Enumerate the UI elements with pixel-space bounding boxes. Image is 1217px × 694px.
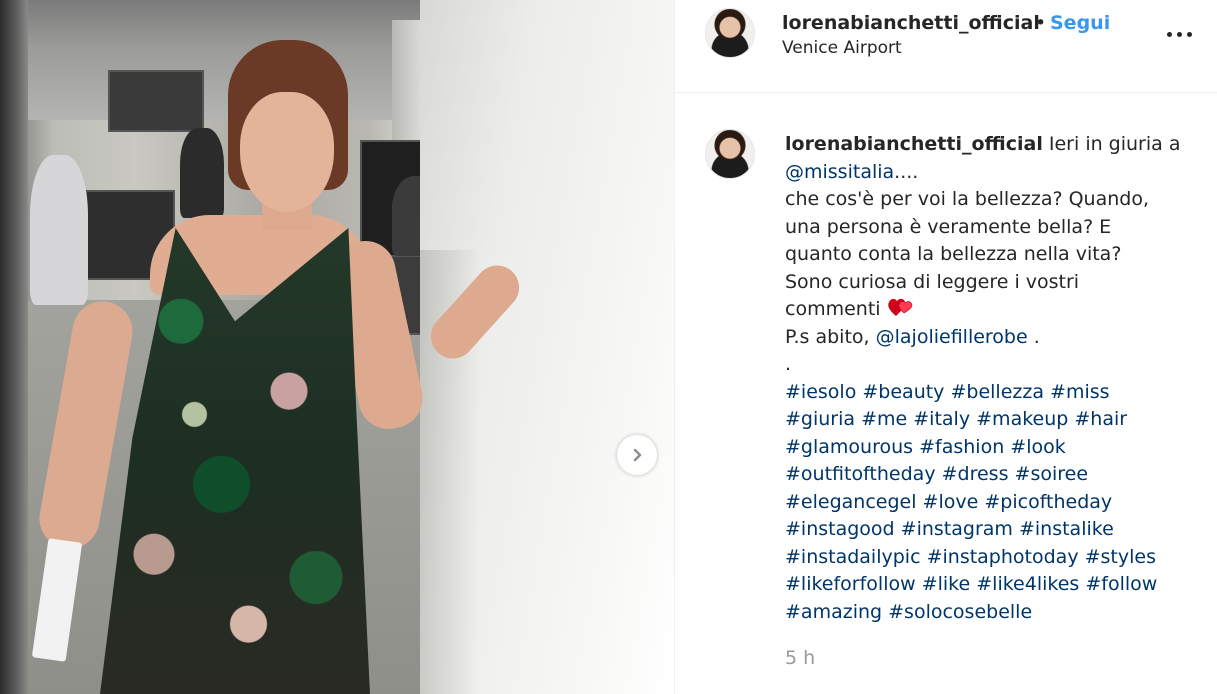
caption-text-line: quanto conta la bellezza nella vita?	[785, 243, 1122, 265]
hashtag-link[interactable]: #styles	[1085, 546, 1156, 568]
mention-link[interactable]: @lajoliefillerobe	[876, 326, 1028, 348]
hashtag-link[interactable]: #solocosebelle	[888, 601, 1032, 623]
mention-link[interactable]: @missitalia	[785, 161, 894, 183]
hashtag-line: #instadailypic #instaphotoday #styles	[785, 544, 1205, 572]
caption-username[interactable]: lorenabianchetti_official	[785, 133, 1043, 155]
hashtag-link[interactable]: #miss	[1050, 381, 1110, 403]
hashtag-link[interactable]: #instagood	[785, 518, 895, 540]
avatar[interactable]	[705, 8, 755, 58]
hashtag-link[interactable]: #me	[861, 408, 907, 430]
hashtag-link[interactable]: #beauty	[862, 381, 944, 403]
caption-text: lorenabianchetti_official Ieri in giuria…	[785, 131, 1205, 626]
hashtag-link[interactable]: #like	[922, 573, 971, 595]
hashtag-link[interactable]: #amazing	[785, 601, 882, 623]
caption-text-line: Ieri in giuria a	[1048, 133, 1181, 155]
two-hearts-icon	[887, 298, 912, 316]
photo-woman-face	[240, 92, 334, 212]
hashtag-line: #outfitoftheday #dress #soiree	[785, 461, 1205, 489]
hashtag-link[interactable]: #instalike	[1019, 518, 1114, 540]
hashtag-link[interactable]: #italy	[913, 408, 970, 430]
post-timestamp[interactable]: 5 h	[785, 647, 815, 669]
post-details-panel: lorenabianchetti_official • Segui Venice…	[674, 0, 1217, 694]
hashtag-line: #elegancegel #love #picoftheday	[785, 489, 1205, 517]
caption-text-line: che cos'è per voi la bellezza? Quando,	[785, 188, 1150, 210]
photo-background-person	[30, 155, 88, 305]
photo-background-person	[180, 128, 224, 218]
photo-flight-case	[108, 70, 204, 132]
hashtag-line: #amazing #solocosebelle	[785, 599, 1205, 627]
hashtag-line: #instagood #instagram #instalike	[785, 516, 1205, 544]
hashtag-link[interactable]: #instaphotoday	[927, 546, 1079, 568]
more-options-icon[interactable]	[1163, 22, 1195, 46]
hashtag-link[interactable]: #elegancegel	[785, 491, 917, 513]
hashtag-line: #glamourous #fashion #look	[785, 434, 1205, 462]
photo-door-frame	[0, 0, 28, 694]
hashtag-link[interactable]: #look	[1010, 436, 1065, 458]
caption-comment: lorenabianchetti_official Ieri in giuria…	[675, 93, 1217, 694]
chevron-right-icon	[633, 448, 642, 462]
caption-text-line: .	[1027, 325, 1040, 348]
hashtag-link[interactable]: #giuria	[785, 408, 855, 430]
hashtag-link[interactable]: #instagram	[901, 518, 1013, 540]
hashtag-link[interactable]: #fashion	[919, 436, 1004, 458]
hashtag-line: #likeforfollow #like #like4likes #follow	[785, 571, 1205, 599]
hashtag-link[interactable]: #dress	[942, 463, 1009, 485]
hashtag-link[interactable]: #follow	[1085, 573, 1157, 595]
hashtag-link[interactable]: #hair	[1074, 408, 1127, 430]
caption-text-line: Sono curiosa di leggere i vostri	[785, 270, 1080, 293]
hashtag-line: #iesolo #beauty #bellezza #miss	[785, 379, 1205, 407]
hashtag-link[interactable]: #instadailypic	[785, 546, 921, 568]
hashtag-block: #iesolo #beauty #bellezza #miss #giuria #…	[785, 379, 1205, 627]
caption-text-line: ....	[894, 160, 919, 183]
avatar[interactable]	[705, 129, 755, 179]
next-photo-button[interactable]	[617, 435, 657, 475]
caption-text-line: P.s abito,	[785, 325, 870, 348]
location-link[interactable]: Venice Airport	[782, 38, 902, 58]
caption-text-line: commenti	[785, 298, 881, 320]
header-username[interactable]: lorenabianchetti_official	[782, 12, 1040, 34]
post-header: lorenabianchetti_official • Segui Venice…	[675, 0, 1217, 93]
hashtag-link[interactable]: #bellezza	[950, 381, 1044, 403]
hashtag-line: #giuria #me #italy #makeup #hair	[785, 406, 1205, 434]
caption-text-line: una persona è veramente bella? E	[785, 215, 1112, 238]
header-separator: •	[1035, 12, 1047, 34]
follow-button[interactable]: Segui	[1050, 12, 1110, 34]
hashtag-link[interactable]: #love	[923, 491, 979, 513]
photo-sequin-dress	[100, 228, 370, 694]
hashtag-link[interactable]: #iesolo	[785, 381, 856, 403]
caption-text-line: .	[785, 353, 792, 375]
post-photo[interactable]	[0, 0, 674, 694]
hashtag-link[interactable]: #makeup	[976, 408, 1068, 430]
hashtag-link[interactable]: #likeforfollow	[785, 573, 916, 595]
hashtag-link[interactable]: #glamourous	[785, 436, 913, 458]
hashtag-link[interactable]: #picoftheday	[984, 491, 1112, 513]
hashtag-link[interactable]: #soiree	[1015, 463, 1089, 485]
hashtag-link[interactable]: #like4likes	[976, 573, 1079, 595]
hashtag-link[interactable]: #outfitoftheday	[785, 463, 936, 485]
